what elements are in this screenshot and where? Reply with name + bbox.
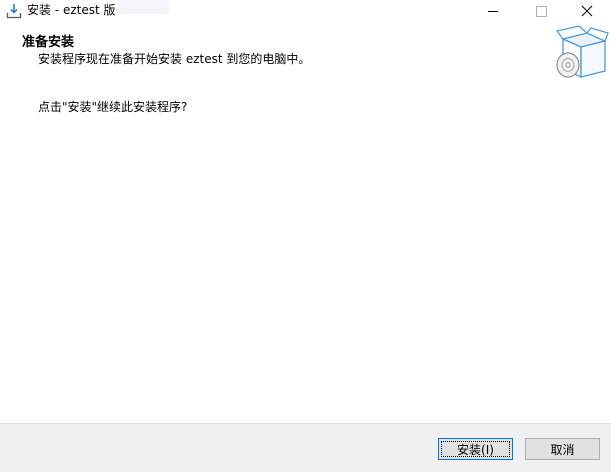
title-bar[interactable]: 安装 - eztest 版: [0, 0, 611, 22]
install-button-label: 安装(I): [457, 443, 494, 457]
setup-box-disc-icon: [553, 25, 609, 85]
install-button[interactable]: 安装(I): [438, 438, 513, 460]
cancel-button-label: 取消: [550, 443, 575, 457]
title-bar-highlight: [118, 0, 170, 14]
maximize-button[interactable]: [518, 0, 564, 22]
button-bar: 安装(I) 取消: [0, 423, 611, 472]
close-icon: [581, 5, 593, 17]
installer-download-icon: [6, 3, 22, 19]
close-button[interactable]: [564, 0, 610, 22]
minimize-button[interactable]: [470, 0, 516, 22]
window-title: 安装 - eztest 版: [27, 3, 116, 17]
instruction-text: 点击"安装"继续此安装程序?: [38, 100, 188, 114]
maximize-icon: [535, 5, 547, 17]
page-title: 准备安装: [22, 35, 75, 50]
minimize-icon: [488, 11, 498, 12]
page-subtitle: 安装程序现在准备开始安装 eztest 到您的电脑中。: [38, 52, 311, 66]
cancel-button[interactable]: 取消: [525, 438, 600, 460]
